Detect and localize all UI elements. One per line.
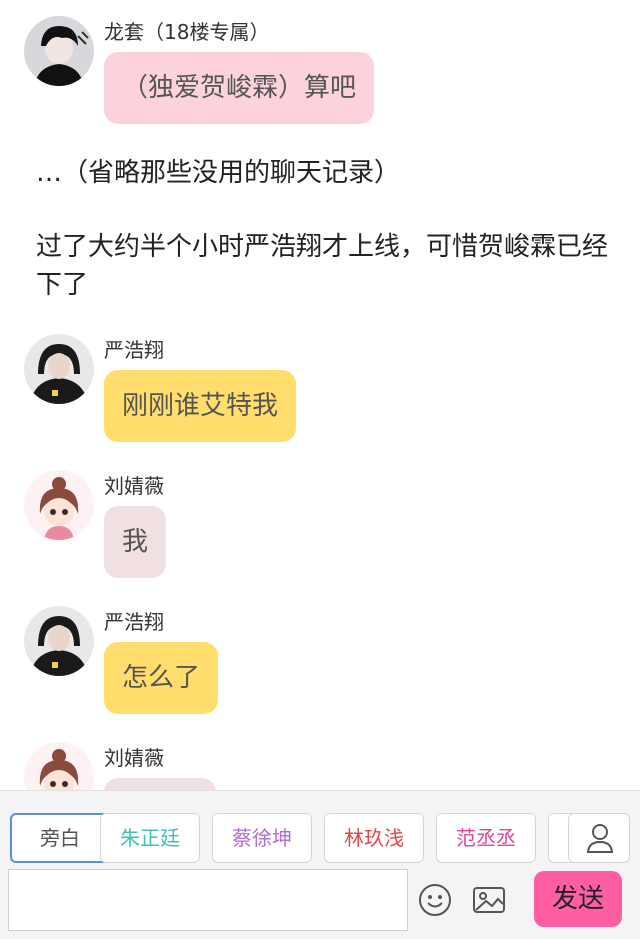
send-button[interactable]: 发送 — [534, 871, 622, 927]
character-chip-narrator[interactable]: 旁白 — [10, 813, 110, 863]
character-chip[interactable]: 范丞丞 — [436, 813, 536, 863]
emoji-button[interactable] — [418, 883, 452, 917]
message-bubble — [104, 778, 216, 790]
character-chip[interactable]: 蔡徐坤 — [212, 813, 312, 863]
image-button[interactable] — [472, 883, 506, 917]
image-icon — [472, 887, 506, 921]
character-chip[interactable]: 朱正廷 — [100, 813, 200, 863]
message-bubble: 怎么了 — [104, 642, 219, 714]
message-bubble: （独爱贺峻霖）算吧 — [104, 52, 375, 124]
message-bubble: 刚刚谁艾特我 — [104, 370, 297, 442]
narration-text: 过了大约半个小时严浩翔才上线，可惜贺峻霖已经下了 — [36, 232, 609, 300]
sender-name: 龙套（18楼专属） — [104, 20, 270, 44]
sender-name: 严浩翔 — [104, 338, 164, 362]
sender-name: 刘婧薇 — [104, 474, 164, 498]
avatar[interactable] — [24, 334, 94, 404]
message-bubble: 我 — [104, 506, 167, 578]
narration-text: …（省略那些没用的聊天记录） — [36, 158, 401, 188]
character-chip[interactable]: 林玖浅 — [324, 813, 424, 863]
compose-panel: 旁白 朱正廷 蔡徐坤 林玖浅 范丞丞 发送 — [0, 790, 640, 939]
message-input[interactable] — [8, 869, 408, 931]
sender-name: 刘婧薇 — [104, 746, 164, 770]
person-icon — [569, 824, 631, 868]
avatar[interactable] — [24, 16, 94, 86]
profile-button[interactable] — [568, 813, 630, 863]
avatar[interactable] — [24, 606, 94, 676]
smiley-icon — [418, 884, 452, 921]
chat-area: 龙套（18楼专属） （独爱贺峻霖）算吧 …（省略那些没用的聊天记录） 过了大约半… — [0, 0, 640, 790]
avatar[interactable] — [24, 470, 94, 540]
avatar[interactable] — [24, 742, 94, 790]
sender-name: 严浩翔 — [104, 610, 164, 634]
